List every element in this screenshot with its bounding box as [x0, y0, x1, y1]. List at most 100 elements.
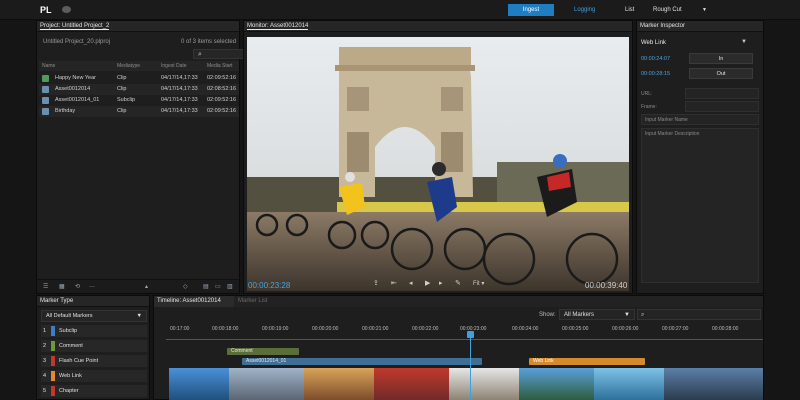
step-to-in-icon[interactable]: ⇤ — [391, 279, 397, 287]
color-swatch — [51, 341, 55, 351]
step-forward-icon[interactable]: ▸ — [439, 279, 443, 287]
row-type: Clip — [117, 86, 127, 92]
row-name: Birthday — [55, 108, 76, 114]
thumbnail — [594, 368, 664, 400]
chevron-down-icon[interactable]: ▼ — [741, 39, 747, 45]
zoom-in-icon[interactable]: ◇ — [183, 283, 188, 290]
project-panel-header: Project: Untitled Project_2 — [37, 21, 239, 32]
icon-view-icon[interactable]: ▦ — [59, 283, 65, 290]
table-row[interactable]: Birthday Clip 04/17/14,17:33 02:09:52:16 — [39, 106, 239, 117]
marker-type-label: Chapter — [59, 388, 79, 394]
frame-label: Frame: — [641, 104, 657, 110]
search-icon: ⌕ — [198, 51, 202, 58]
tick-label: 00:00:27:00 — [662, 326, 689, 332]
monitor-panel: Monitor: Asset0012014 — [243, 20, 633, 294]
tick-label: 00:00:25:00 — [562, 326, 589, 332]
col-mediatype[interactable]: Mediatype — [117, 61, 140, 71]
table-row[interactable]: Asset0012014_01 Subclip 04/17/14,17:33 0… — [39, 95, 239, 106]
clip-icon — [42, 86, 49, 93]
more-icon[interactable]: … — [89, 283, 95, 289]
marker-type-label: Comment — [59, 343, 83, 349]
marker-type-flash-cue-point[interactable]: 3 Flash Cue Point — [41, 355, 147, 367]
table-row[interactable]: Asset0012014 Clip 04/17/14,17:33 02:08:5… — [39, 84, 239, 95]
col-name[interactable]: Name — [42, 61, 55, 71]
row-start: 02:09:52:16 — [207, 75, 237, 81]
tab-list[interactable]: List — [625, 4, 634, 16]
inspector-title: Marker Inspector — [640, 23, 686, 29]
chevron-down-icon: ▼ — [136, 313, 142, 319]
export-frame-icon[interactable]: ⇪ — [373, 279, 379, 287]
marker-shortcut: 3 — [43, 358, 47, 364]
tick-label: 00:00:18:00 — [212, 326, 239, 332]
url-field[interactable] — [685, 88, 759, 99]
subclip-marker[interactable]: Asset0012014_01 — [242, 358, 482, 365]
tab-logging[interactable]: Logging — [574, 4, 595, 16]
current-timecode[interactable]: 00:00:23:28 — [248, 281, 290, 290]
col-media-start[interactable]: Media Start — [207, 61, 233, 71]
row-name: Asset0012014 — [55, 86, 91, 92]
tab-timeline[interactable]: Timeline: Asset0012014 — [154, 296, 234, 307]
marker-description-field[interactable]: Input Marker Description — [641, 128, 759, 283]
tab-marker-list[interactable]: Marker List — [238, 296, 268, 307]
inspector-marker-type[interactable]: Web Link — [641, 40, 666, 46]
workspace-dropdown[interactable]: Rough Cut ▼ — [653, 4, 709, 16]
color-swatch — [51, 371, 55, 381]
folder-icon[interactable]: ▭ — [215, 283, 221, 290]
marker-type-panel: Marker Type All Default Markers ▼ 1 Subc… — [36, 295, 150, 400]
fit-dropdown[interactable]: Fit ▾ — [473, 280, 484, 287]
row-start: 02:09:52:16 — [207, 108, 237, 114]
project-title: Project: Untitled Project_2 — [40, 23, 110, 30]
timeline-search-input[interactable]: ⌕ — [637, 309, 761, 320]
color-swatch — [51, 356, 55, 366]
project-panel: Project: Untitled Project_2 Untitled Pro… — [36, 20, 273, 294]
out-timecode[interactable]: 00:00:28:15 — [641, 71, 670, 77]
marker-type-comment[interactable]: 2 Comment — [41, 340, 147, 352]
list-view-icon[interactable]: ☰ — [43, 283, 48, 290]
comment-marker[interactable]: Comment — [227, 348, 299, 355]
set-in-button[interactable]: In — [689, 53, 753, 64]
row-type: Subclip — [117, 97, 136, 103]
show-filter-select[interactable]: All Markers ▼ — [559, 309, 635, 320]
trash-icon[interactable]: ▥ — [227, 283, 233, 290]
thumbnail — [664, 368, 763, 400]
marker-type-web-link[interactable]: 4 Web Link — [41, 370, 147, 382]
video-preview[interactable] — [247, 37, 629, 291]
marker-type-chapter[interactable]: 5 Chapter — [41, 385, 147, 397]
weblink-marker[interactable]: Web Link — [529, 358, 645, 365]
video-frame-image — [247, 37, 629, 291]
play-icon[interactable]: ▶ — [425, 279, 430, 287]
settings-wrench-icon[interactable]: ✎ — [455, 279, 461, 287]
chevron-down-icon: ▼ — [702, 7, 707, 13]
marker-type-subclip[interactable]: 1 Subclip — [41, 325, 147, 337]
row-type: Clip — [117, 108, 127, 114]
workspace-label: Rough Cut — [653, 7, 682, 13]
step-back-icon[interactable]: ◂ — [409, 279, 413, 287]
show-filter-value: All Markers — [564, 312, 595, 318]
frame-field[interactable] — [685, 101, 759, 112]
color-swatch — [51, 326, 55, 336]
tick-label: 00:00:19:00 — [262, 326, 289, 332]
tick-label: 00:00:24:00 — [512, 326, 539, 332]
table-row[interactable]: Happy New Year Clip 04/17/14,17:33 02:09… — [39, 73, 239, 84]
col-ingest-date[interactable]: Ingest Date — [161, 61, 187, 71]
set-out-button[interactable]: Out — [689, 68, 753, 79]
clip-thumbnail-strip[interactable] — [169, 368, 763, 400]
link-icon[interactable]: ⟲ — [75, 283, 80, 290]
zoom-out-icon[interactable]: ▴ — [145, 283, 148, 290]
playhead[interactable] — [470, 332, 471, 400]
timeline-panel: Timeline: Asset0012014 Marker List Show:… — [153, 295, 764, 400]
in-timecode[interactable]: 00:00:24:07 — [641, 56, 670, 62]
row-date: 04/17/14,17:33 — [161, 75, 198, 81]
tab-ingest[interactable]: Ingest — [508, 4, 554, 16]
marker-name-field[interactable]: Input Marker Name — [641, 114, 759, 125]
row-date: 04/17/14,17:33 — [161, 108, 198, 114]
thumbnail — [229, 368, 304, 400]
marker-filter-select[interactable]: All Default Markers ▼ — [41, 310, 147, 322]
row-date: 04/17/14,17:33 — [161, 86, 198, 92]
fit-label: Fit — [473, 281, 480, 287]
tick-label: 00:00:20:00 — [312, 326, 339, 332]
new-bin-icon[interactable]: ▤ — [203, 283, 209, 290]
playhead-handle[interactable] — [467, 331, 474, 338]
project-footer-toolbar: ☰ ▦ ⟲ … ▴ ◇ ▤ ▭ ▥ — [37, 279, 239, 293]
show-label: Show: — [539, 312, 556, 318]
